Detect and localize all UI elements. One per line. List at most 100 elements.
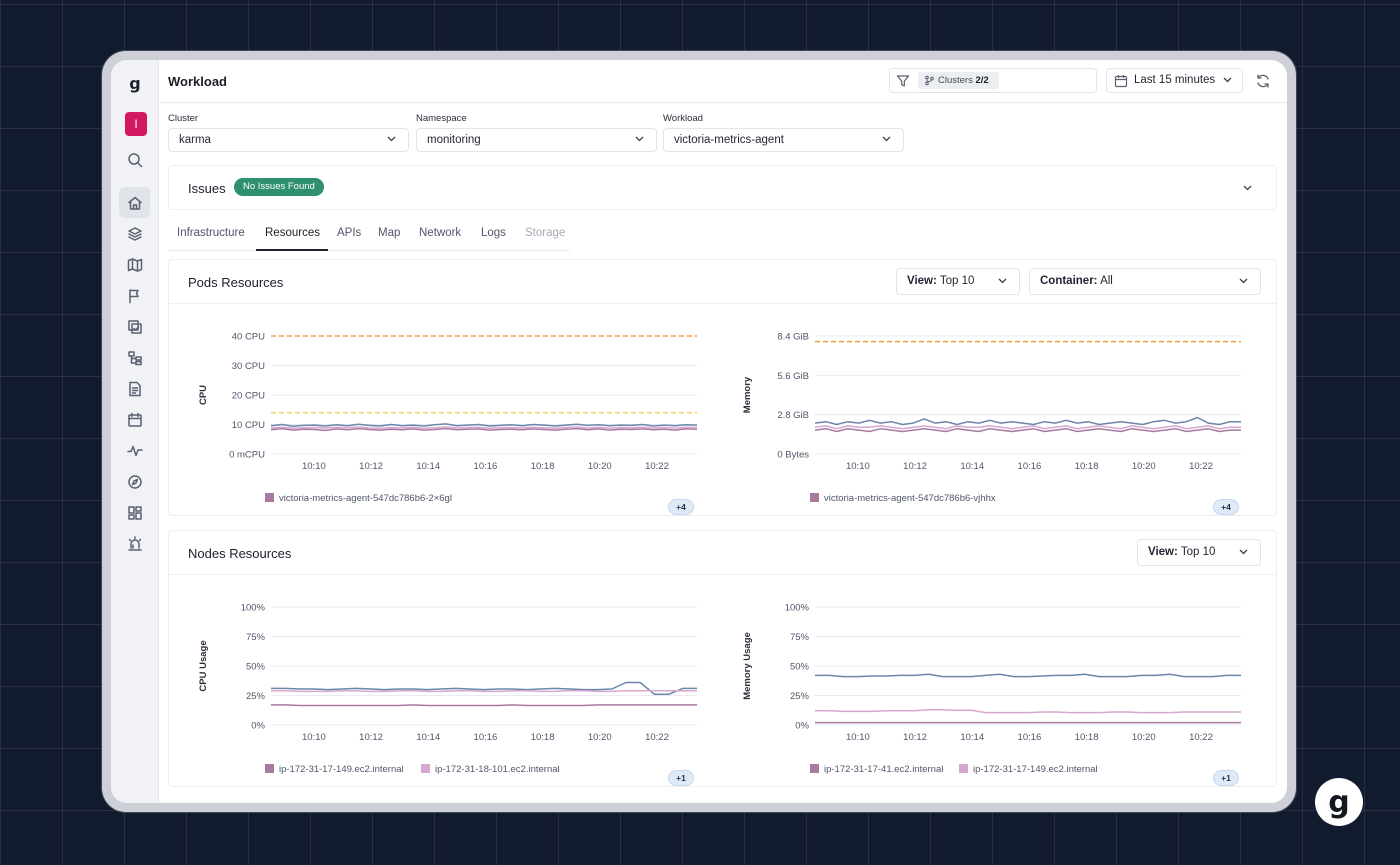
cluster-value: karma xyxy=(179,134,211,146)
legend-more-badge[interactable]: +4 xyxy=(668,499,694,515)
y-tick-label: 30 CPU xyxy=(232,361,265,372)
layers-icon[interactable] xyxy=(119,218,150,249)
container-select[interactable]: Container: All xyxy=(1029,268,1261,295)
namespace-value: monitoring xyxy=(427,134,481,146)
y-tick-label: 0 Bytes xyxy=(777,450,809,461)
x-tick-label: 10:12 xyxy=(359,461,383,472)
hierarchy-icon[interactable] xyxy=(119,342,150,373)
x-tick-label: 10:18 xyxy=(1075,732,1099,743)
chart-svg: 0 mCPU 10 CPU 20 CPU 30 CPU 40 CPU CPU 10:10 10… xyxy=(198,332,698,472)
filter-icon xyxy=(896,75,910,87)
chevron-down-icon xyxy=(1239,278,1248,284)
y-tick-label: 0 mCPU xyxy=(229,450,265,461)
series-line xyxy=(271,704,697,707)
nodes-cpu-chart: 0% 25% 50% 75% 100% CPU Usage 10:10 10:12 10:14 1… xyxy=(181,593,701,768)
flag-icon[interactable] xyxy=(119,280,150,311)
legend-item[interactable]: victoria-metrics-agent-547dc786b6-vjhhx xyxy=(810,493,996,504)
tab-resources[interactable]: Resources xyxy=(265,227,320,239)
y-tick-label: 75% xyxy=(246,632,266,643)
legend-more-badge[interactable]: +1 xyxy=(1213,770,1239,786)
main-content: Workload Clusters 2/2 Last 15 minutes Cl… xyxy=(159,60,1287,803)
map-icon[interactable] xyxy=(119,249,150,280)
legend-item[interactable]: ip-172-31-17-149.ec2.internal xyxy=(959,764,1098,775)
page-title: Workload xyxy=(168,74,227,89)
cluster-filter[interactable]: Clusters 2/2 xyxy=(889,68,1097,93)
tab-apis[interactable]: APIs xyxy=(337,227,361,239)
time-range-value: Last 15 minutes xyxy=(1134,74,1216,86)
legend-more-badge[interactable]: +1 xyxy=(668,770,694,786)
y-tick-label: 20 CPU xyxy=(232,391,265,402)
chevron-down-icon[interactable] xyxy=(1243,185,1252,191)
series-line xyxy=(270,426,698,430)
x-tick-label: 10:14 xyxy=(416,461,440,472)
search-icon[interactable] xyxy=(119,144,150,175)
chevron-down-icon xyxy=(387,136,396,142)
y-tick-label: 100% xyxy=(241,603,266,614)
series-line xyxy=(815,708,1241,714)
sidebar: g I xyxy=(111,60,159,803)
chevron-down-icon xyxy=(998,278,1007,284)
activity-icon[interactable] xyxy=(119,435,150,466)
y-tick-label: 100% xyxy=(785,603,810,614)
chart-svg: 0 Bytes 2.8 GiB 5.6 GiB 8.4 GiB Memory 10:10 1… xyxy=(742,332,1241,472)
tab-infrastructure[interactable]: Infrastructure xyxy=(177,227,245,239)
y-axis-label: CPU Usage xyxy=(198,640,209,691)
cluster-label: Cluster xyxy=(168,113,199,124)
issues-panel[interactable]: Issues No Issues Found xyxy=(168,165,1277,210)
legend-item[interactable]: ip-172-31-18-101.ec2.internal xyxy=(421,764,560,775)
y-axis-label: Memory xyxy=(742,376,753,413)
legend-swatch xyxy=(810,493,819,502)
legend-item[interactable]: ip-172-31-17-149.ec2.internal xyxy=(265,764,404,775)
tab-network[interactable]: Network xyxy=(419,227,461,239)
view-select[interactable]: View: Top 10 xyxy=(1137,539,1261,566)
document-icon[interactable] xyxy=(119,373,150,404)
x-tick-label: 10:16 xyxy=(474,732,498,743)
legend-item[interactable]: victoria-metrics-agent-547dc786b6-2×6gl xyxy=(265,493,452,504)
time-range-picker[interactable]: Last 15 minutes xyxy=(1106,68,1243,93)
home-icon[interactable] xyxy=(119,187,150,218)
panel-title: Nodes Resources xyxy=(188,546,292,561)
x-tick-label: 10:22 xyxy=(1189,461,1213,472)
tab-storage: Storage xyxy=(525,227,566,239)
nodes-memory-chart: 0% 25% 50% 75% 100% Memory Usage 10:10 10:12 10:… xyxy=(725,593,1245,768)
clusters-chip[interactable]: Clusters 2/2 xyxy=(918,72,999,89)
legend-item[interactable]: ip-172-31-17-41.ec2.internal xyxy=(810,764,943,775)
x-tick-label: 10:10 xyxy=(846,732,870,743)
panel-header: Nodes Resources View: Top 10 xyxy=(169,531,1276,575)
cluster-select[interactable]: karma xyxy=(168,128,409,152)
legend-more-badge[interactable]: +4 xyxy=(1213,499,1239,515)
x-tick-label: 10:14 xyxy=(416,732,440,743)
y-tick-label: 2.8 GiB xyxy=(777,410,809,421)
active-tab-indicator xyxy=(256,249,328,251)
x-tick-label: 10:14 xyxy=(960,461,984,472)
y-axis-label: CPU xyxy=(198,385,209,405)
y-tick-label: 75% xyxy=(790,632,810,643)
pods-memory-chart: 0 Bytes 2.8 GiB 5.6 GiB 8.4 GiB Memory 10:10 1… xyxy=(725,322,1245,497)
workload-select[interactable]: victoria-metrics-agent xyxy=(663,128,904,152)
legend-swatch xyxy=(810,764,819,773)
alarm-icon[interactable] xyxy=(119,528,150,559)
view-label: View: xyxy=(1148,546,1178,558)
y-tick-label: 8.4 GiB xyxy=(777,332,809,343)
top-bar: Workload Clusters 2/2 Last 15 minutes xyxy=(159,60,1287,103)
x-tick-label: 10:10 xyxy=(302,461,326,472)
dashboard-icon[interactable] xyxy=(119,497,150,528)
legend-label: ip-172-31-17-149.ec2.internal xyxy=(973,764,1098,775)
calendar-icon[interactable] xyxy=(119,404,150,435)
legend-label: ip-172-31-17-41.ec2.internal xyxy=(824,764,944,775)
container-value: All xyxy=(1100,275,1113,287)
view-select[interactable]: View: Top 10 xyxy=(896,268,1020,295)
workspace-avatar[interactable]: I xyxy=(125,112,147,136)
x-tick-label: 10:22 xyxy=(1189,732,1213,743)
tab-divider xyxy=(168,250,570,251)
tab-map[interactable]: Map xyxy=(378,227,400,239)
compass-icon[interactable] xyxy=(119,466,150,497)
x-tick-label: 10:20 xyxy=(588,732,612,743)
app-logo[interactable]: g xyxy=(111,74,159,93)
refresh-icon[interactable] xyxy=(1255,73,1271,89)
checklist-icon[interactable] xyxy=(119,311,150,342)
x-tick-label: 10:12 xyxy=(359,732,383,743)
namespace-select[interactable]: monitoring xyxy=(416,128,657,152)
tab-logs[interactable]: Logs xyxy=(481,227,506,239)
x-tick-label: 10:18 xyxy=(531,732,555,743)
